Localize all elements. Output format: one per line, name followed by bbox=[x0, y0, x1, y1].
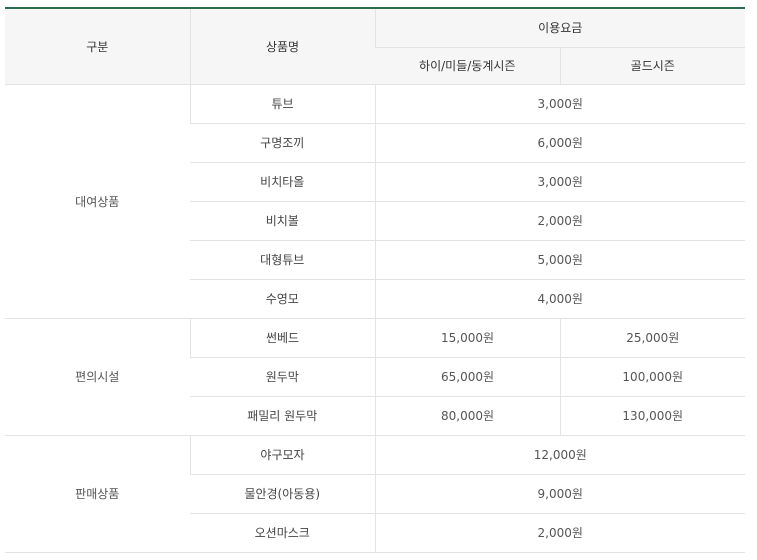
table-row: 대여상품 튜브 3,000원 bbox=[5, 84, 746, 319]
price-table-container: 구분 상품명 이용요금 하이/미들/동계시즌 골드시즌 대여상품 튜브 3,00… bbox=[5, 7, 746, 553]
group-rental: 대여상품 bbox=[5, 84, 190, 319]
header-category: 구분 bbox=[5, 9, 190, 85]
price: 3,000원 bbox=[374, 162, 746, 202]
group-sales: 판매상품 bbox=[5, 435, 190, 553]
price-gold: 100,000원 bbox=[559, 357, 746, 397]
group-facility: 편의시설 bbox=[5, 318, 190, 436]
product-name: 비치타올 bbox=[190, 162, 375, 202]
product-name: 물안경(아동용) bbox=[190, 474, 375, 514]
header-product: 상품명 bbox=[189, 9, 375, 85]
price-gold: 130,000원 bbox=[559, 396, 746, 436]
product-name: 썬베드 bbox=[189, 318, 375, 358]
price-normal: 80,000원 bbox=[374, 396, 560, 436]
product-name: 원두막 bbox=[190, 357, 375, 397]
product-name: 구명조끼 bbox=[190, 123, 375, 163]
product-name: 비치볼 bbox=[190, 201, 375, 241]
price: 12,000원 bbox=[374, 435, 746, 475]
price: 2,000원 bbox=[374, 513, 746, 553]
table-row: 판매상품 야구모자 12,000원 bbox=[5, 435, 746, 553]
table-row: 편의시설 썬베드 15,000원 25,000원 bbox=[5, 318, 746, 436]
header-season-gold: 골드시즌 bbox=[559, 47, 746, 85]
product-name: 대형튜브 bbox=[190, 240, 375, 280]
product-name: 패밀리 원두막 bbox=[190, 396, 375, 436]
product-name: 수영모 bbox=[190, 279, 375, 319]
price: 4,000원 bbox=[374, 279, 746, 319]
price-normal: 65,000원 bbox=[374, 357, 560, 397]
price-gold: 25,000원 bbox=[559, 318, 746, 358]
price-normal: 15,000원 bbox=[374, 318, 560, 358]
price: 2,000원 bbox=[374, 201, 746, 241]
price: 5,000원 bbox=[374, 240, 746, 280]
price: 9,000원 bbox=[374, 474, 746, 514]
header-season-normal: 하이/미들/동계시즌 bbox=[375, 47, 560, 85]
product-name: 튜브 bbox=[189, 84, 375, 124]
price: 6,000원 bbox=[374, 123, 746, 163]
product-name: 오션마스크 bbox=[190, 513, 375, 553]
header-row: 구분 상품명 이용요금 bbox=[5, 9, 746, 85]
header-fee: 이용요금 bbox=[374, 9, 746, 48]
product-name: 야구모자 bbox=[189, 435, 375, 475]
price: 3,000원 bbox=[374, 84, 746, 124]
price-table: 구분 상품명 이용요금 하이/미들/동계시즌 골드시즌 대여상품 튜브 3,00… bbox=[5, 9, 746, 553]
